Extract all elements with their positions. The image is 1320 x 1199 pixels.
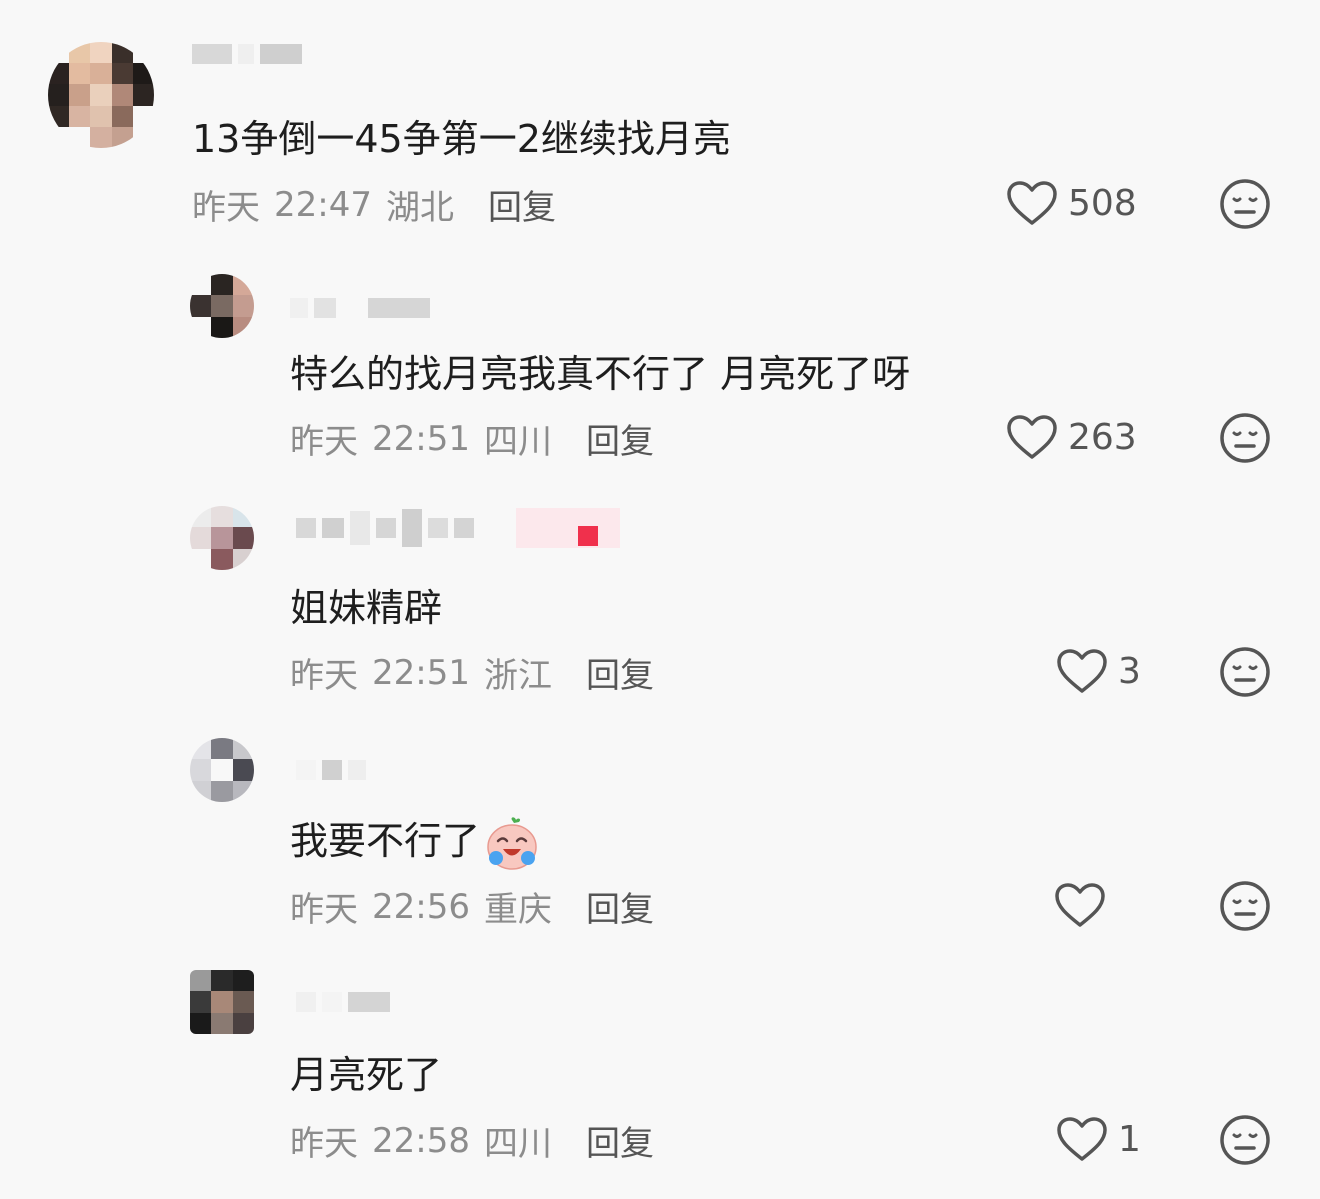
comment-text: 姐妹精辟 (290, 586, 443, 630)
like-count: 508 (1068, 182, 1137, 224)
comment-meta: 昨天 22:51 四川 回复 (290, 414, 654, 463)
comment-meta: 昨天 22:47 湖北 回复 (192, 180, 556, 229)
comment-date: 昨天 (192, 188, 260, 228)
neutral-face-icon[interactable] (1219, 646, 1271, 698)
username-blurred[interactable] (296, 508, 620, 548)
comment-time: 22:47 (274, 184, 372, 225)
avatar[interactable] (190, 274, 254, 338)
comment-time: 22:51 (372, 418, 470, 459)
comment-location: 四川 (483, 1124, 552, 1164)
like-button[interactable]: 508 (1006, 180, 1137, 226)
heart-outline-icon (1055, 883, 1105, 927)
comment-time: 22:51 (372, 652, 470, 693)
avatar[interactable] (190, 738, 254, 802)
like-count: 1 (1118, 1118, 1141, 1160)
reply-button[interactable]: 回复 (586, 1116, 654, 1165)
comment-time: 22:58 (372, 1120, 470, 1161)
username-blurred[interactable] (290, 298, 430, 318)
comment-location: 浙江 (483, 656, 552, 696)
neutral-face-icon[interactable] (1219, 880, 1271, 932)
neutral-face-icon[interactable] (1219, 1114, 1271, 1166)
like-count: 263 (1068, 416, 1137, 458)
avatar[interactable] (48, 42, 154, 148)
crying-laugh-emoji (487, 816, 537, 870)
username-blurred[interactable] (296, 992, 390, 1012)
avatar[interactable] (190, 970, 254, 1034)
comment-time: 22:56 (372, 886, 470, 927)
heart-outline-icon (1057, 1117, 1107, 1161)
comment-location: 重庆 (483, 890, 552, 930)
username-blurred[interactable] (296, 760, 366, 780)
comment-date: 昨天 (290, 1124, 358, 1164)
reply-button[interactable]: 回复 (586, 882, 654, 931)
reply-button[interactable]: 回复 (488, 180, 556, 229)
comment-date: 昨天 (290, 656, 358, 696)
reply-button[interactable]: 回复 (586, 648, 654, 697)
neutral-face-icon[interactable] (1219, 178, 1271, 230)
comment-location: 湖北 (385, 188, 454, 228)
comment-text-content: 我要不行了 (290, 819, 481, 863)
heart-outline-icon (1057, 649, 1107, 693)
heart-outline-icon (1007, 181, 1057, 225)
comment-text: 13争倒一45争第一2继续找月亮 (192, 117, 731, 161)
comment-date: 昨天 (290, 422, 358, 462)
reply-button[interactable]: 回复 (586, 414, 654, 463)
like-button[interactable]: 3 (1056, 648, 1141, 694)
comment-text: 我要不行了 (290, 810, 540, 872)
comment-meta: 昨天 22:56 重庆 回复 (290, 882, 654, 931)
like-button[interactable]: 263 (1006, 414, 1137, 460)
neutral-face-icon[interactable] (1219, 412, 1271, 464)
comment-text: 特么的找月亮我真不行了 月亮死了呀 (290, 352, 911, 396)
like-count: 3 (1118, 650, 1141, 692)
username-blurred[interactable] (192, 44, 302, 64)
comment-date: 昨天 (290, 890, 358, 930)
heart-outline-icon (1007, 415, 1057, 459)
avatar[interactable] (190, 506, 254, 570)
comment-meta: 昨天 22:58 四川 回复 (290, 1116, 654, 1165)
like-button[interactable] (1054, 882, 1116, 928)
comment-meta: 昨天 22:51 浙江 回复 (290, 648, 654, 697)
comment-text: 月亮死了 (290, 1053, 443, 1097)
like-button[interactable]: 1 (1056, 1116, 1141, 1162)
comment-location: 四川 (483, 422, 552, 462)
